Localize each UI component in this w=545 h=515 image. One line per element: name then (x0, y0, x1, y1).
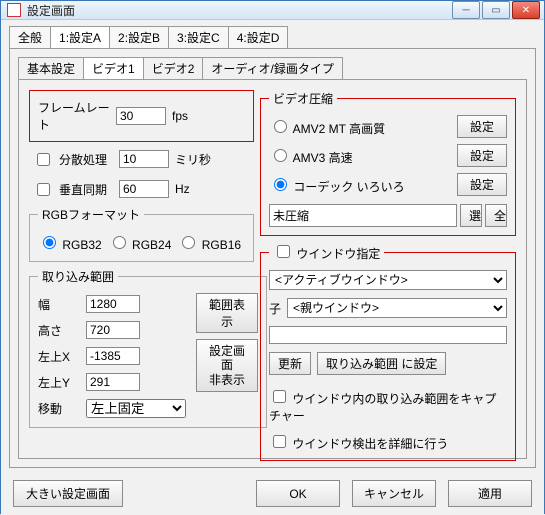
cancel-button[interactable]: キャンセル (352, 480, 436, 507)
refresh-button[interactable]: 更新 (269, 352, 311, 375)
codec-amv3-option[interactable]: AMV3 高速 (269, 146, 353, 166)
window-spec-group: ウインドウ指定 <アクティブウインドウ> 子 <親ウインドウ> 更新 (260, 242, 516, 461)
tab-audio-rec[interactable]: オーディオ/録画タイプ (202, 57, 343, 79)
sub-tabs: 基本設定 ビデオ1 ビデオ2 オーディオ/録画タイプ (18, 57, 527, 79)
codec-other-settings-button[interactable]: 設定 (457, 173, 507, 196)
fps-label: フレームレート (38, 99, 110, 133)
sub-tab-panel: フレームレート fps 分散処理 ミリ秒 (18, 79, 527, 459)
active-window-select[interactable]: <アクティブウインドウ> (269, 270, 507, 290)
window-path-input[interactable] (269, 326, 507, 344)
capture-range-legend: 取り込み範囲 (38, 268, 118, 285)
tab-basic[interactable]: 基本設定 (18, 57, 84, 79)
close-button[interactable]: ✕ (512, 1, 540, 19)
vsync-label: 垂直同期 (59, 181, 113, 198)
distrib-checkbox[interactable] (37, 153, 50, 166)
distrib-unit: ミリ秒 (175, 151, 211, 168)
distrib-input[interactable] (119, 150, 169, 168)
height-input[interactable] (86, 321, 140, 339)
width-input[interactable] (86, 295, 140, 313)
move-label: 移動 (38, 400, 80, 417)
top-tab-panel: 基本設定 ビデオ1 ビデオ2 オーディオ/録画タイプ フレームレート fps (9, 48, 536, 468)
detailed-detect-checkbox[interactable]: ウインドウ検出を詳細に行う (269, 432, 507, 452)
set-capture-range-button[interactable]: 取り込み範囲 に設定 (317, 352, 446, 375)
hide-config-button[interactable]: 設定画面 非表示 (196, 339, 258, 392)
child-window-select[interactable]: <親ウインドウ> (287, 298, 507, 318)
window-title: 設定画面 (27, 2, 452, 19)
vsync-unit: Hz (175, 182, 190, 196)
distrib-label: 分散処理 (59, 151, 113, 168)
codec-all-button[interactable]: 全 (485, 204, 507, 227)
vsync-input[interactable] (119, 180, 169, 198)
rgb-format-group: RGBフォーマット RGB32 RGB24 RGB16 (29, 206, 254, 262)
titlebar[interactable]: 設定画面 ─ ▭ ✕ (1, 1, 544, 20)
rgb-format-legend: RGBフォーマット (38, 206, 144, 223)
codec-amv3-settings-button[interactable]: 設定 (457, 144, 507, 167)
app-icon (7, 3, 21, 17)
big-settings-button[interactable]: 大きい設定画面 (13, 480, 123, 507)
codec-choose-button[interactable]: 選 (460, 204, 482, 227)
settings-window: 設定画面 ─ ▭ ✕ 全般 1:設定A 2:設定B 3:設定C 4:設定D 基本… (0, 0, 545, 514)
child-label: 子 (269, 300, 281, 317)
left-input[interactable] (86, 347, 140, 365)
frame-rate-group: フレームレート fps (29, 90, 254, 142)
rgb24-option[interactable]: RGB24 (108, 233, 172, 252)
codec-name-field: 未圧縮 (269, 204, 457, 227)
video-codec-group: ビデオ圧縮 AMV2 MT 高画質 設定 AMV3 高速 設定 コーデック いろ… (260, 90, 516, 236)
maximize-button[interactable]: ▭ (482, 1, 510, 19)
window-spec-checkbox[interactable] (277, 245, 290, 258)
top-label: 左上Y (38, 374, 80, 391)
left-label: 左上X (38, 348, 80, 365)
ok-button[interactable]: OK (256, 480, 340, 507)
tab-preset-d[interactable]: 4:設定D (228, 26, 289, 48)
tab-video1[interactable]: ビデオ1 (83, 57, 144, 79)
tab-general[interactable]: 全般 (9, 26, 51, 48)
apply-button[interactable]: 適用 (448, 480, 532, 507)
window-spec-legend[interactable]: ウインドウ指定 (269, 242, 384, 262)
bottom-button-bar: 大きい設定画面 OK キャンセル 適用 (1, 472, 544, 515)
rgb32-option[interactable]: RGB32 (38, 233, 102, 252)
rgb16-option[interactable]: RGB16 (177, 233, 241, 252)
vsync-checkbox[interactable] (37, 183, 50, 196)
client-area: 全般 1:設定A 2:設定B 3:設定C 4:設定D 基本設定 ビデオ1 ビデオ… (1, 20, 544, 515)
fps-input[interactable] (116, 107, 166, 125)
height-label: 高さ (38, 322, 80, 339)
move-select[interactable]: 左上固定 (86, 399, 186, 418)
tab-preset-a[interactable]: 1:設定A (50, 26, 110, 48)
tab-preset-c[interactable]: 3:設定C (168, 26, 229, 48)
tab-video2[interactable]: ビデオ2 (143, 57, 204, 79)
top-input[interactable] (86, 373, 140, 391)
fps-unit: fps (172, 109, 188, 123)
video-codec-legend: ビデオ圧縮 (269, 90, 337, 107)
width-label: 幅 (38, 296, 80, 313)
tab-preset-b[interactable]: 2:設定B (109, 26, 169, 48)
show-range-button[interactable]: 範囲表示 (196, 293, 258, 333)
capture-range-group: 取り込み範囲 幅 高さ 左上X 左上Y 移動 左上固定 (29, 268, 267, 428)
capture-in-window-checkbox[interactable]: ウインドウ内の取り込み範囲をキャプチャー (269, 387, 507, 424)
minimize-button[interactable]: ─ (452, 1, 480, 19)
codec-other-option[interactable]: コーデック いろいろ (269, 175, 405, 195)
top-tabs: 全般 1:設定A 2:設定B 3:設定C 4:設定D (1, 20, 544, 48)
codec-amv2-option[interactable]: AMV2 MT 高画質 (269, 117, 385, 137)
codec-amv2-settings-button[interactable]: 設定 (457, 115, 507, 138)
